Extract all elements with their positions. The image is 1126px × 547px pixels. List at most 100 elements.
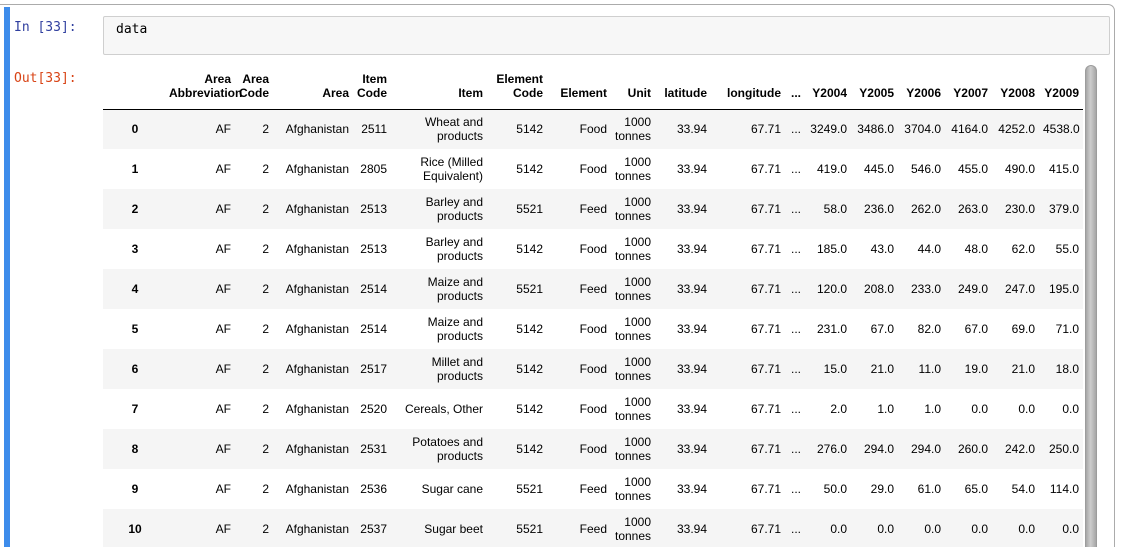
- table-cell: 33.94: [655, 229, 711, 269]
- table-cell: 19.0: [945, 349, 992, 389]
- table-cell: 5142: [487, 349, 547, 389]
- table-cell: 242.0: [992, 429, 1039, 469]
- table-cell: 4538.0: [1039, 109, 1083, 149]
- table-row: 7AF2Afghanistan2520Cereals, Other5142Foo…: [103, 389, 1083, 429]
- column-header: Area Abbreviation: [167, 65, 235, 109]
- table-row: 4AF2Afghanistan2514Maize and products552…: [103, 269, 1083, 309]
- table-cell: 2: [235, 309, 273, 349]
- column-header: Y2005: [851, 65, 898, 109]
- table-cell: 4252.0: [992, 109, 1039, 149]
- table-cell: 247.0: [992, 269, 1039, 309]
- table-cell: 67.71: [711, 429, 785, 469]
- table-body: 0AF2Afghanistan2511Wheat and products514…: [103, 109, 1083, 547]
- table-cell: 5521: [487, 189, 547, 229]
- table-row: 2AF2Afghanistan2513Barley and products55…: [103, 189, 1083, 229]
- table-cell: ...: [785, 429, 805, 469]
- table-cell: 0.0: [945, 389, 992, 429]
- table-cell: 2517: [353, 349, 391, 389]
- table-cell: 82.0: [898, 309, 945, 349]
- table-cell: Food: [547, 109, 611, 149]
- row-index: 6: [103, 349, 167, 389]
- table-cell: 33.94: [655, 349, 711, 389]
- table-cell: 120.0: [805, 269, 851, 309]
- table-cell: 33.94: [655, 109, 711, 149]
- table-cell: 33.94: [655, 469, 711, 509]
- table-cell: Food: [547, 349, 611, 389]
- table-cell: 236.0: [851, 189, 898, 229]
- table-cell: 1.0: [898, 389, 945, 429]
- table-cell: Afghanistan: [273, 189, 353, 229]
- index-header: [103, 65, 167, 109]
- column-header: Item: [391, 65, 487, 109]
- column-header: Y2007: [945, 65, 992, 109]
- table-row: 10AF2Afghanistan2537Sugar beet5521Feed10…: [103, 509, 1083, 547]
- table-cell: 249.0: [945, 269, 992, 309]
- column-header: longitude: [711, 65, 785, 109]
- header-row: Area AbbreviationArea CodeAreaItem CodeI…: [103, 65, 1083, 109]
- table-cell: 5142: [487, 389, 547, 429]
- table-cell: 65.0: [945, 469, 992, 509]
- table-cell: 67.71: [711, 149, 785, 189]
- table-cell: Maize and products: [391, 309, 487, 349]
- table-cell: 33.94: [655, 509, 711, 547]
- table-cell: 2537: [353, 509, 391, 547]
- table-cell: 231.0: [805, 309, 851, 349]
- column-header: Element: [547, 65, 611, 109]
- row-index: 3: [103, 229, 167, 269]
- table-cell: 1000 tonnes: [611, 309, 655, 349]
- table-cell: 263.0: [945, 189, 992, 229]
- table-cell: 33.94: [655, 389, 711, 429]
- table-cell: 2513: [353, 229, 391, 269]
- table-cell: 67.0: [945, 309, 992, 349]
- table-cell: 1000 tonnes: [611, 349, 655, 389]
- table-cell: 61.0: [898, 469, 945, 509]
- table-row: 0AF2Afghanistan2511Wheat and products514…: [103, 109, 1083, 149]
- table-cell: 43.0: [851, 229, 898, 269]
- table-cell: 44.0: [898, 229, 945, 269]
- row-index: 10: [103, 509, 167, 547]
- table-cell: 5142: [487, 109, 547, 149]
- table-cell: 18.0: [1039, 349, 1083, 389]
- row-index: 5: [103, 309, 167, 349]
- table-cell: 67.71: [711, 349, 785, 389]
- table-cell: Barley and products: [391, 229, 487, 269]
- table-cell: 67.71: [711, 269, 785, 309]
- table-cell: 262.0: [898, 189, 945, 229]
- table-cell: 5521: [487, 509, 547, 547]
- table-cell: Afghanistan: [273, 109, 353, 149]
- table-row: 1AF2Afghanistan2805Rice (Milled Equivale…: [103, 149, 1083, 189]
- table-cell: 0.0: [1039, 389, 1083, 429]
- table-cell: Afghanistan: [273, 269, 353, 309]
- table-cell: AF: [167, 349, 235, 389]
- table-cell: 5142: [487, 309, 547, 349]
- table-cell: 67.71: [711, 189, 785, 229]
- row-index: 0: [103, 109, 167, 149]
- vertical-scrollbar[interactable]: [1085, 65, 1097, 547]
- table-cell: Food: [547, 429, 611, 469]
- table-cell: 62.0: [992, 229, 1039, 269]
- table-cell: 5142: [487, 429, 547, 469]
- table-cell: ...: [785, 309, 805, 349]
- table-cell: Afghanistan: [273, 229, 353, 269]
- table-cell: 11.0: [898, 349, 945, 389]
- table-cell: ...: [785, 349, 805, 389]
- table-cell: 546.0: [898, 149, 945, 189]
- row-index: 4: [103, 269, 167, 309]
- table-cell: 67.71: [711, 389, 785, 429]
- column-header: ...: [785, 65, 805, 109]
- code-editor[interactable]: data: [103, 16, 1110, 55]
- table-cell: 0.0: [1039, 509, 1083, 547]
- table-cell: 67.71: [711, 509, 785, 547]
- table-cell: 5521: [487, 269, 547, 309]
- scrollbar-thumb[interactable]: [1085, 65, 1097, 547]
- table-cell: 5521: [487, 469, 547, 509]
- table-cell: 2: [235, 269, 273, 309]
- table-cell: 48.0: [945, 229, 992, 269]
- table-cell: 1000 tonnes: [611, 229, 655, 269]
- table-cell: 419.0: [805, 149, 851, 189]
- table-cell: 114.0: [1039, 469, 1083, 509]
- table-cell: ...: [785, 509, 805, 547]
- notebook-cell[interactable]: In [33]: data Out[33]: Area Abbreviation…: [0, 4, 1115, 547]
- table-cell: AF: [167, 309, 235, 349]
- table-cell: Barley and products: [391, 189, 487, 229]
